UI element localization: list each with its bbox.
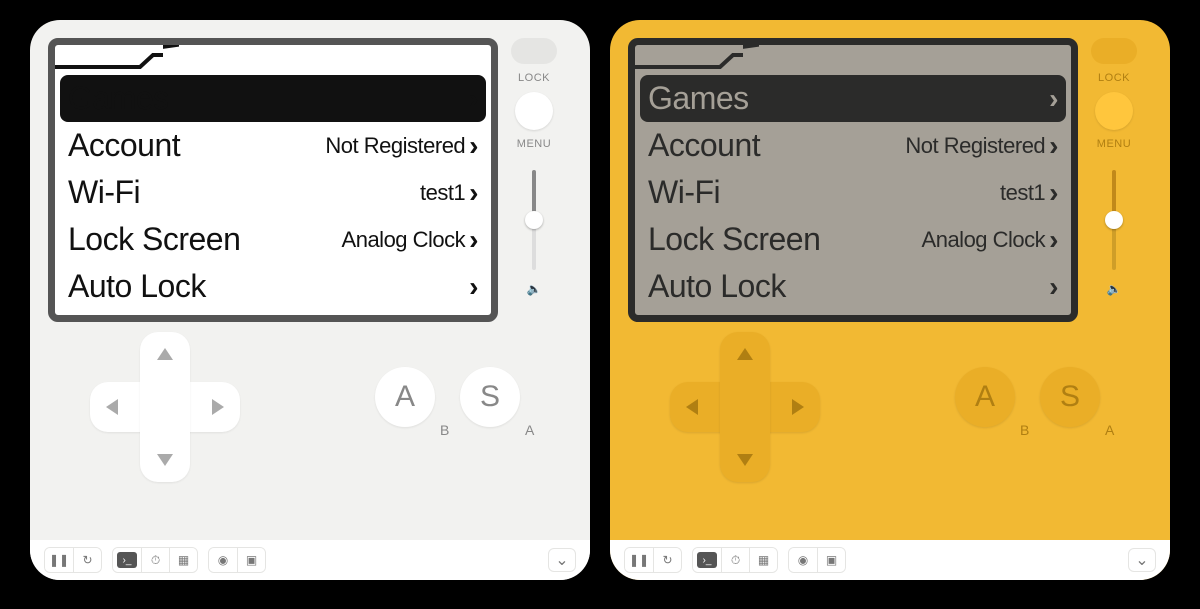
a-button-label: A: [525, 422, 534, 438]
menu-item-games[interactable]: Games ›: [60, 75, 486, 122]
menu-button[interactable]: [1095, 92, 1133, 130]
console-button[interactable]: ›_: [113, 548, 141, 572]
dpad-right[interactable]: [792, 399, 804, 415]
slider-thumb[interactable]: [1105, 211, 1123, 229]
dpad-up[interactable]: [157, 348, 173, 360]
menu-label: Wi-Fi: [68, 174, 420, 211]
volume-slider[interactable]: [532, 170, 536, 270]
stopwatch-button[interactable]: ⏱: [141, 548, 169, 572]
b-button-label: B: [440, 422, 449, 438]
b-button[interactable]: A: [955, 367, 1015, 427]
expand-button[interactable]: ⌄: [1128, 548, 1156, 572]
record-button[interactable]: ▣: [817, 548, 845, 572]
menu-item-wifi[interactable]: Wi-Fi test1 ›: [60, 169, 486, 216]
speaker-icon: 🔈: [527, 282, 542, 296]
record-button[interactable]: ▣: [237, 548, 265, 572]
simulator-toolbar: ❚❚ ↻ ›_ ⏱ ▦ ◉ ▣ ⌄: [610, 540, 1170, 580]
a-button[interactable]: S: [460, 367, 520, 427]
volume-slider[interactable]: [1112, 170, 1116, 270]
menu-label: Wi-Fi: [648, 174, 1000, 211]
chevron-right-icon: ›: [1049, 132, 1058, 160]
memory-button[interactable]: ▦: [169, 548, 197, 572]
chevron-right-icon: ›: [469, 179, 478, 207]
menu-value: Analog Clock: [922, 227, 1046, 253]
menu-value: Analog Clock: [342, 227, 466, 253]
menu-label: MENU: [1097, 138, 1131, 150]
menu-label: Auto Lock: [648, 268, 1049, 305]
restart-button[interactable]: ↻: [73, 548, 101, 572]
menu-item-autolock[interactable]: Auto Lock ›: [640, 263, 1066, 310]
speaker-icon: 🔈: [1107, 282, 1122, 296]
slider-thumb[interactable]: [525, 211, 543, 229]
chevron-right-icon: ›: [469, 226, 478, 254]
menu-button[interactable]: [515, 92, 553, 130]
dpad: [670, 332, 820, 482]
a-button[interactable]: S: [1040, 367, 1100, 427]
dpad-left[interactable]: [106, 399, 118, 415]
menu-item-lockscreen[interactable]: Lock Screen Analog Clock ›: [60, 216, 486, 263]
b-button-label: B: [1020, 422, 1029, 438]
a-button-label: A: [1105, 422, 1114, 438]
menu-label: MENU: [517, 138, 551, 150]
memory-button[interactable]: ▦: [749, 548, 777, 572]
side-controls: LOCK MENU 🔈: [1078, 20, 1150, 322]
menu-value: Not Registered: [325, 133, 465, 159]
playdate-simulator-yellow: Games › Account Not Registered › Wi-Fi t…: [610, 20, 1170, 580]
settings-menu: Games › Account Not Registered › Wi-Fi t…: [635, 75, 1071, 310]
menu-label: Games: [648, 80, 1049, 117]
menu-value: test1: [1000, 180, 1045, 206]
menu-item-autolock[interactable]: Auto Lock ›: [60, 263, 486, 310]
display: Games › Account Not Registered › Wi-Fi t…: [48, 38, 498, 322]
menu-label: Lock Screen: [648, 221, 922, 258]
dpad-up[interactable]: [737, 348, 753, 360]
chevron-right-icon: ›: [1049, 273, 1058, 301]
menu-item-account[interactable]: Account Not Registered ›: [60, 122, 486, 169]
playdate-simulator-light: Games › Account Not Registered › Wi-Fi t…: [30, 20, 590, 580]
menu-label: Account: [68, 127, 325, 164]
lock-label: LOCK: [1098, 72, 1130, 84]
hardware-controls: A S B A: [30, 322, 590, 492]
screenshot-button[interactable]: ◉: [209, 548, 237, 572]
settings-menu: Games › Account Not Registered › Wi-Fi t…: [55, 75, 491, 310]
lock-button[interactable]: [511, 38, 557, 64]
hardware-controls: A S B A: [610, 322, 1170, 492]
menu-value: Not Registered: [905, 133, 1045, 159]
menu-item-wifi[interactable]: Wi-Fi test1 ›: [640, 169, 1066, 216]
b-button[interactable]: A: [375, 367, 435, 427]
chevron-right-icon: ›: [469, 132, 478, 160]
side-controls: LOCK MENU 🔈: [498, 20, 570, 322]
charging-cable-icon: [635, 45, 1071, 75]
pause-button[interactable]: ❚❚: [625, 548, 653, 572]
screenshot-button[interactable]: ◉: [789, 548, 817, 572]
pause-button[interactable]: ❚❚: [45, 548, 73, 572]
dpad-left[interactable]: [686, 399, 698, 415]
menu-label: Account: [648, 127, 905, 164]
simulator-toolbar: ❚❚ ↻ ›_ ⏱ ▦ ◉ ▣ ⌄: [30, 540, 590, 580]
stopwatch-button[interactable]: ⏱: [721, 548, 749, 572]
menu-label: Auto Lock: [68, 268, 469, 305]
dpad-down[interactable]: [157, 454, 173, 466]
charging-cable-icon: [55, 45, 491, 75]
menu-value: test1: [420, 180, 465, 206]
lock-button[interactable]: [1091, 38, 1137, 64]
display: Games › Account Not Registered › Wi-Fi t…: [628, 38, 1078, 322]
chevron-right-icon: ›: [469, 273, 478, 301]
menu-item-games[interactable]: Games ›: [640, 75, 1066, 122]
menu-label: Lock Screen: [68, 221, 342, 258]
dpad: [90, 332, 240, 482]
dpad-right[interactable]: [212, 399, 224, 415]
chevron-right-icon: ›: [1049, 226, 1058, 254]
chevron-right-icon: ›: [1049, 179, 1058, 207]
dpad-down[interactable]: [737, 454, 753, 466]
menu-item-lockscreen[interactable]: Lock Screen Analog Clock ›: [640, 216, 1066, 263]
restart-button[interactable]: ↻: [653, 548, 681, 572]
console-button[interactable]: ›_: [693, 548, 721, 572]
menu-label: Games: [68, 80, 469, 117]
chevron-right-icon: ›: [469, 85, 478, 113]
expand-button[interactable]: ⌄: [548, 548, 576, 572]
menu-item-account[interactable]: Account Not Registered ›: [640, 122, 1066, 169]
chevron-right-icon: ›: [1049, 85, 1058, 113]
lock-label: LOCK: [518, 72, 550, 84]
